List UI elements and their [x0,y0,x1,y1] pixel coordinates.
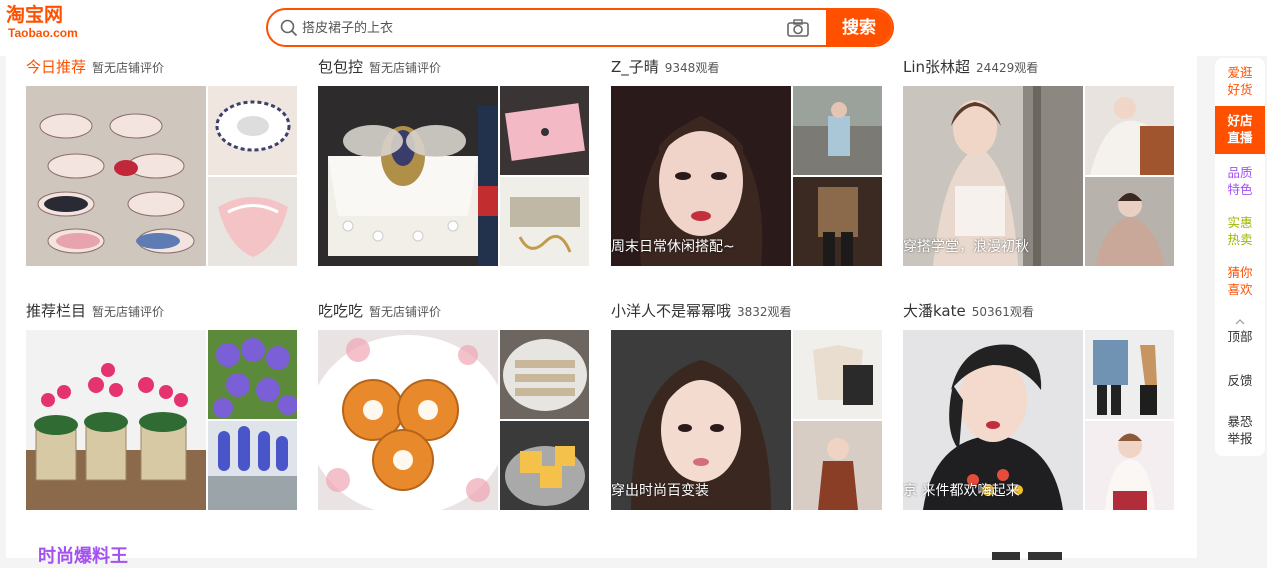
card-name[interactable]: Z_子晴 [611,58,659,76]
card-name[interactable]: 包包控 [318,58,363,76]
sidebar-item-label: 顶部 [1227,329,1253,344]
sidebar-item-label: 品质 [1227,165,1253,180]
card-name[interactable]: 吃吃吃 [318,302,363,320]
card-caption: 京 来件都欢嗨起来 [903,483,1020,499]
card-thumb-2[interactable] [208,177,297,266]
card-title: Z_子晴 9348观看 [611,56,719,76]
sidebar-item-label: 爱逛 [1227,65,1253,80]
card-meta: 暂无店铺评价 [369,305,442,319]
card-title: 小洋人不是幂幂哦 3832观看 [611,300,792,320]
sidebar-item-label: 喜欢 [1227,282,1253,297]
card-title: 推荐栏目 暂无店铺评价 [26,300,164,320]
card-thumb-2[interactable] [793,177,882,266]
card-thumb-1[interactable] [500,86,589,175]
card-main-image[interactable] [26,330,206,510]
sidebar-item-browse-goods[interactable]: 爱逛 好货 [1215,64,1265,98]
card-caption: 穿搭学堂，浪漫初秋 [903,239,1029,255]
card-meta: 暂无店铺评价 [92,305,165,319]
section-title-fashion[interactable]: 时尚爆料王 [38,542,128,568]
card-thumb-2[interactable] [793,421,882,510]
card-xiaoyangren[interactable]: 小洋人不是幂幂哦 3832观看 穿出时尚百变装 [611,300,883,515]
card-today-recommend[interactable]: 今日推荐 暂无店铺评价 [26,56,298,271]
sidebar-item-quality[interactable]: 品质 特色 [1215,164,1265,198]
right-sidebar: 爱逛 好货 好店 直播 品质 特色 实惠 热卖 猜你 喜欢 顶部 反馈 暴恐 举… [1215,58,1265,456]
sidebar-item-label: 暴恐 [1227,414,1253,429]
card-caption: 穿出时尚百变装 [611,483,709,499]
card-caption: 周末日常休闲搭配~ [611,239,735,255]
sidebar-item-shop-live[interactable]: 好店 直播 [1215,106,1265,154]
card-main-image[interactable]: 京 来件都欢嗨起来 [903,330,1083,510]
card-title: 今日推荐 暂无店铺评价 [26,56,164,76]
search-button[interactable]: 搜索 [826,10,892,45]
card-thumb-2[interactable] [1085,421,1174,510]
card-eat-eat-eat[interactable]: 吃吃吃 暂无店铺评价 [318,300,590,515]
card-thumb-1[interactable] [1085,330,1174,419]
sidebar-item-label: 反馈 [1227,373,1253,388]
card-thumb-2[interactable] [500,421,589,510]
sidebar-item-guess-like[interactable]: 猜你 喜欢 [1215,264,1265,298]
camera-icon[interactable] [786,18,810,38]
card-name[interactable]: 小洋人不是幂幂哦 [611,302,731,320]
card-main-image[interactable] [318,86,498,266]
card-main-image[interactable] [318,330,498,510]
taobao-logo[interactable]: 淘宝网 Taobao.com [6,4,90,44]
section-title-partial [992,548,1072,560]
card-main-image[interactable]: 周末日常休闲搭配~ [611,86,791,266]
card-recommend-column[interactable]: 推荐栏目 暂无店铺评价 [26,300,298,515]
card-name[interactable]: 推荐栏目 [26,302,86,320]
card-meta: 24429观看 [976,61,1039,75]
card-name[interactable]: Lin张林超 [903,58,970,76]
card-thumb-1[interactable] [208,330,297,419]
sidebar-item-feedback[interactable]: 反馈 [1215,372,1265,389]
card-thumb-1[interactable] [500,330,589,419]
sidebar-item-label: 直播 [1227,130,1253,145]
card-main-image[interactable]: 穿搭学堂，浪漫初秋 [903,86,1083,266]
chevron-up-icon [1215,316,1265,328]
card-meta: 暂无店铺评价 [369,61,442,75]
header: 淘宝网 Taobao.com 搜索 [0,0,1267,56]
sidebar-item-top[interactable]: 顶部 [1215,316,1265,345]
card-name[interactable]: 大潘kate [903,302,966,320]
sidebar-item-hot-deals[interactable]: 实惠 热卖 [1215,214,1265,248]
card-title: 大潘kate 50361观看 [903,300,1034,320]
logo-cn: 淘宝网 [6,4,64,26]
card-thumb-1[interactable] [208,86,297,175]
card-thumb-2[interactable] [500,177,589,266]
card-meta: 50361观看 [971,305,1034,319]
card-main-image[interactable] [26,86,206,266]
card-meta: 9348观看 [664,61,720,75]
search-bar: 搜索 [266,8,894,47]
card-meta: 3832观看 [737,305,792,319]
card-name[interactable]: 今日推荐 [26,58,86,76]
search-input[interactable] [300,14,784,43]
sidebar-item-label: 热卖 [1227,232,1253,247]
card-bag-lover[interactable]: 包包控 暂无店铺评价 [318,56,590,271]
card-main-image[interactable]: 穿出时尚百变装 [611,330,791,510]
card-thumb-2[interactable] [208,421,297,510]
logo-en: Taobao.com [8,26,78,40]
card-thumb-1[interactable] [793,330,882,419]
sidebar-item-label: 实惠 [1227,215,1253,230]
card-z-ziqing[interactable]: Z_子晴 9348观看 周末日常休闲搭配~ [611,56,883,271]
sidebar-item-label: 举报 [1227,431,1253,446]
card-meta: 暂无店铺评价 [92,61,165,75]
card-dapan-kate[interactable]: 大潘kate 50361观看 京 来件都欢嗨起来 [903,300,1175,515]
sidebar-item-label: 特色 [1227,182,1253,197]
card-title: 包包控 暂无店铺评价 [318,56,441,76]
search-icon [280,19,298,37]
sidebar-item-label: 好货 [1227,82,1253,97]
card-thumb-1[interactable] [1085,86,1174,175]
card-thumb-2[interactable] [1085,177,1174,266]
sidebar-item-report[interactable]: 暴恐 举报 [1215,413,1265,447]
sidebar-item-label: 猜你 [1227,265,1253,280]
card-thumb-1[interactable] [793,86,882,175]
card-title: 吃吃吃 暂无店铺评价 [318,300,441,320]
sidebar-item-label: 好店 [1227,113,1253,128]
shop-live-panel: 今日推荐 暂无店铺评价 包包控 暂无店铺评价 Z_子晴 9348观看 周末日常休… [6,56,1197,567]
card-title: Lin张林超 24429观看 [903,56,1038,76]
card-lin-zhanglinchao[interactable]: Lin张林超 24429观看 穿搭学堂，浪漫初秋 [903,56,1175,271]
